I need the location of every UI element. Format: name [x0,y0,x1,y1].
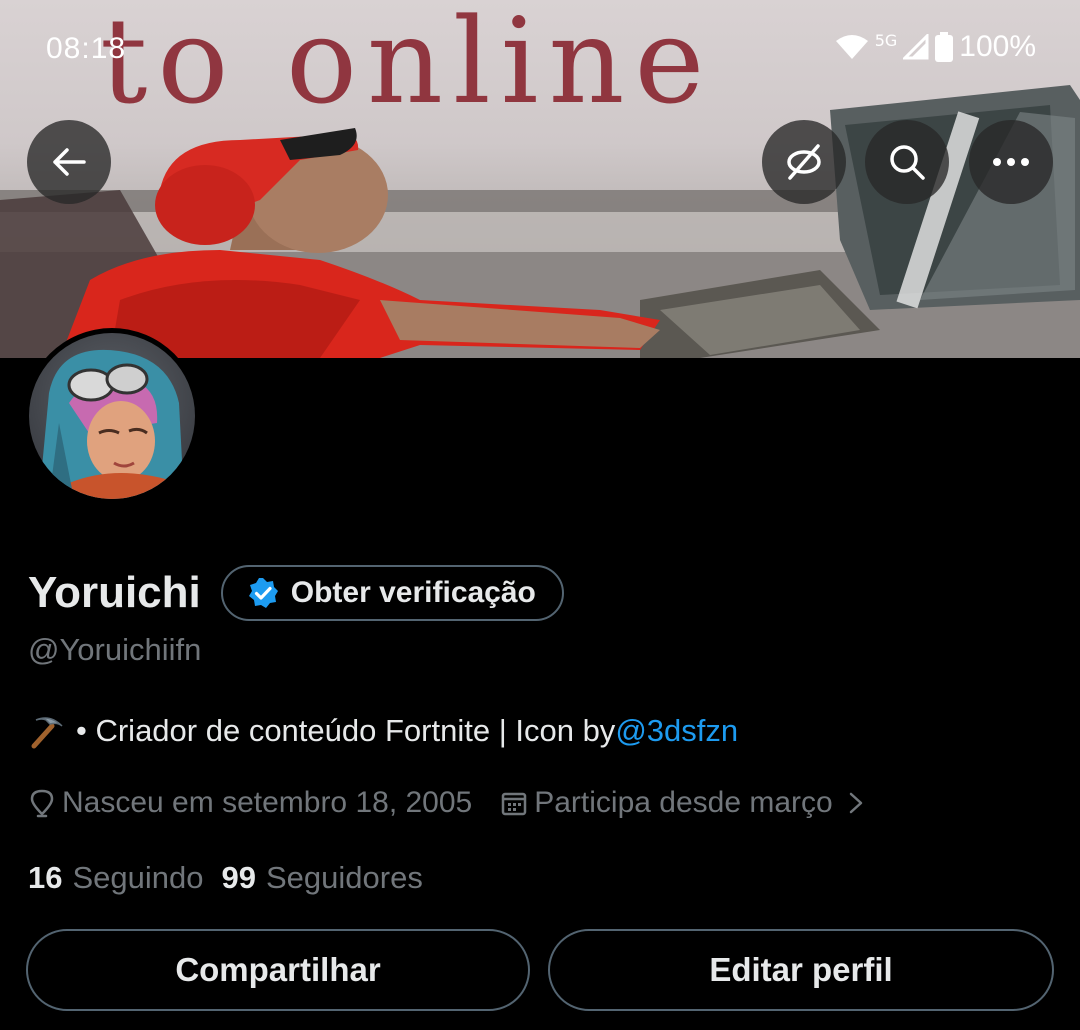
status-time: 08:18 [46,32,127,65]
more-options-button[interactable] [969,120,1053,204]
wifi-icon [835,35,868,59]
search-icon [890,145,925,180]
location-pin-icon [30,789,54,818]
pickaxe-icon [31,717,63,749]
profile-meta: Nasceu em setembro 18, 2005 Participa de… [28,786,875,820]
following-label: Seguindo [72,860,204,895]
battery-icon [935,32,954,62]
follow-stats: 16 Seguindo 99 Seguidores [28,860,423,896]
followers-count: 99 [221,860,256,895]
avatar-image [29,333,195,499]
network-type-label: 5G [874,30,898,50]
search-button[interactable] [865,120,949,204]
offline-icon [787,144,821,180]
avatar[interactable] [24,328,200,504]
following-count: 16 [28,860,63,895]
bio: • Criador de conteúdo Fortnite | Icon by… [28,712,738,750]
get-verified-label: Obter verificação [290,576,536,609]
share-button[interactable]: Compartilhar [26,929,530,1011]
birthdate: Nasceu em setembro 18, 2005 [28,786,472,820]
chevron-right-icon [849,792,862,814]
battery-percentage: 100% [959,30,1036,63]
arrow-left-icon [53,148,86,176]
bio-mention-link[interactable]: @3dsfzn [615,713,738,749]
status-indicators: 5G 100% [835,30,1036,64]
join-date[interactable]: Participa desde março [500,786,874,820]
following-stat[interactable]: 16 Seguindo [28,860,204,896]
more-icon [993,158,1029,166]
bio-text: • Criador de conteúdo Fortnite | Icon by [76,713,616,748]
followers-stat[interactable]: 99 Seguidores [222,860,423,896]
verified-badge-icon [248,578,278,608]
calendar-icon [501,792,527,816]
birthdate-text: Nasceu em setembro 18, 2005 [62,786,473,819]
back-button[interactable] [27,120,111,204]
display-name: Yoruichi [28,568,201,617]
followers-label: Seguidores [265,860,423,895]
avatar-illustration [39,349,184,499]
offline-button[interactable] [762,120,846,204]
edit-profile-button[interactable]: Editar perfil [548,929,1054,1011]
name-row: Yoruichi Obter verificação [28,564,564,622]
join-date-text: Participa desde março [534,786,833,819]
status-bar: 08:18 5G 100% [0,0,1080,96]
cell-signal-icon [903,34,929,60]
user-handle: @Yoruichiifn [28,632,202,667]
get-verified-button[interactable]: Obter verificação [220,565,564,621]
